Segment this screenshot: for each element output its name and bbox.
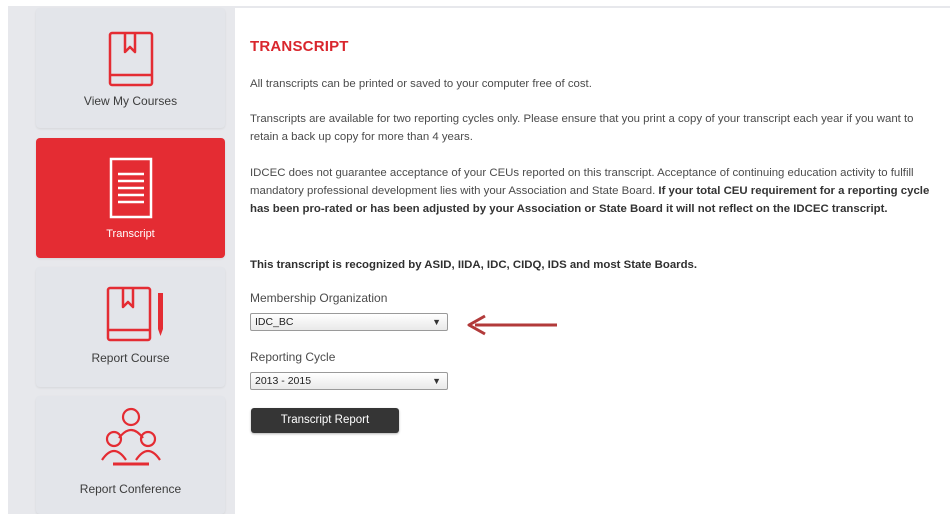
- sidebar-item-label: Report Course: [91, 351, 170, 365]
- reporting-cycle-select[interactable]: 2013 - 2015 ▼: [250, 372, 448, 390]
- sidebar: View My Courses Transcript Report Course: [0, 0, 235, 514]
- sidebar-item-view-my-courses[interactable]: View My Courses: [36, 8, 225, 128]
- cycle-label: Reporting Cycle: [250, 350, 336, 364]
- sidebar-item-label: View My Courses: [83, 94, 178, 108]
- disclaimer-paragraph: IDCEC does not guarantee acceptance of y…: [250, 164, 945, 218]
- cycle-value: 2013 - 2015: [255, 375, 312, 387]
- main-content: TRANSCRIPT All transcripts can be printe…: [235, 8, 950, 514]
- sidebar-item-label: Transcript: [106, 228, 155, 240]
- membership-select[interactable]: IDC_BC ▼: [250, 313, 448, 331]
- sidebar-item-report-conference[interactable]: Report Conference: [36, 396, 225, 514]
- availability-paragraph: Transcripts are available for two report…: [250, 113, 914, 143]
- sidebar-item-report-course[interactable]: Report Course: [36, 267, 225, 387]
- membership-value: IDC_BC: [255, 316, 294, 328]
- membership-label: Membership Organization: [250, 291, 388, 305]
- chevron-down-icon: ▼: [432, 376, 441, 386]
- sidebar-item-label: Report Conference: [79, 482, 182, 496]
- arrow-annotation-icon: [467, 314, 557, 336]
- transcript-report-button[interactable]: Transcript Report: [251, 408, 399, 433]
- document-icon: [109, 157, 153, 219]
- book-pencil-icon: [106, 286, 163, 342]
- intro-paragraph: All transcripts can be printed or saved …: [250, 78, 592, 90]
- chevron-down-icon: ▼: [432, 317, 441, 327]
- book-icon: [108, 31, 154, 87]
- page-title: TRANSCRIPT: [250, 38, 349, 55]
- recognition-note: This transcript is recognized by ASID, I…: [250, 259, 698, 271]
- sidebar-item-transcript[interactable]: Transcript: [36, 138, 225, 258]
- people-icon: [101, 407, 161, 466]
